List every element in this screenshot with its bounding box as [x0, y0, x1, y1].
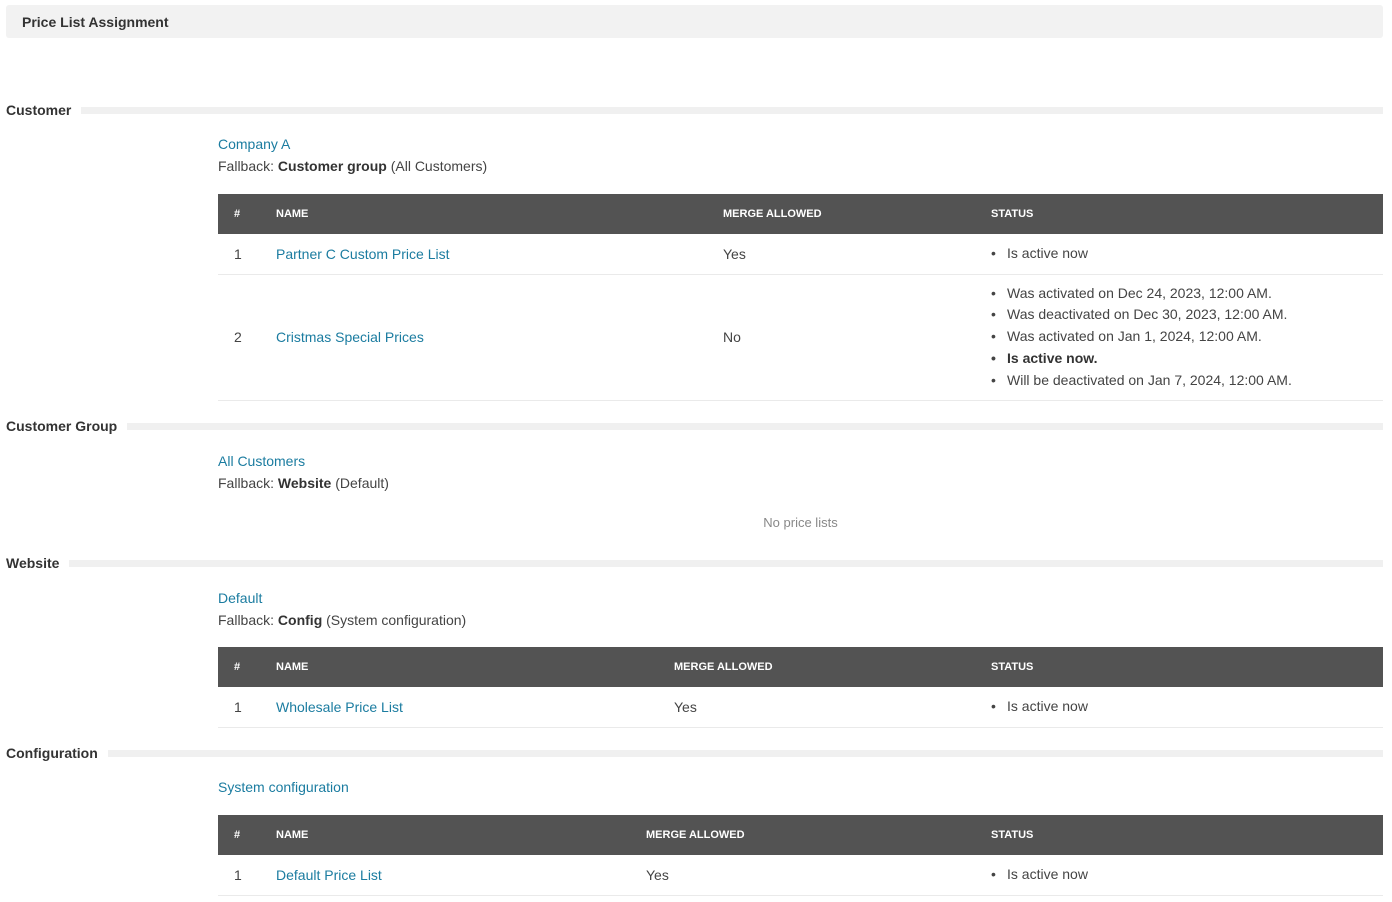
section-divider — [127, 422, 1383, 430]
fallback-target: (System configuration) — [326, 612, 467, 628]
customer-group-fallback: Fallback: Website (Default) — [218, 474, 1383, 492]
section-customer-group-title: Customer Group — [6, 417, 1383, 435]
status-item: Was activated on Jan 1, 2024, 12:00 AM. — [991, 326, 1383, 348]
page-title: Price List Assignment — [22, 14, 169, 30]
price-list-link[interactable]: Default Price List — [276, 867, 382, 883]
status-list: Is active now — [991, 243, 1383, 265]
table-row: 1 Partner C Custom Price List Yes Is act… — [218, 234, 1383, 275]
fallback-prefix: Fallback: — [218, 475, 275, 491]
col-header-num: # — [218, 194, 276, 234]
section-website-title: Website — [6, 554, 1383, 572]
col-header-num: # — [218, 647, 276, 687]
fallback-target: (All Customers) — [390, 158, 488, 174]
row-num: 1 — [218, 234, 276, 275]
table-header-row: # NAME MERGE ALLOWED STATUS — [218, 194, 1383, 234]
page-header: Price List Assignment — [6, 5, 1383, 38]
section-label: Customer Group — [6, 418, 118, 434]
section-label: Configuration — [6, 745, 98, 761]
merge-allowed: No — [723, 274, 991, 401]
status-item-current: Is active now. — [991, 348, 1383, 370]
status-list: Is active now — [991, 864, 1383, 886]
customer-group-link[interactable]: All Customers — [218, 452, 1383, 470]
row-num: 2 — [218, 274, 276, 401]
price-list-link[interactable]: Wholesale Price List — [276, 699, 403, 715]
status-list: Was activated on Dec 24, 2023, 12:00 AM.… — [991, 283, 1383, 392]
configuration-price-lists-table: # NAME MERGE ALLOWED STATUS 1 Default Pr… — [218, 815, 1383, 896]
customer-link[interactable]: Company A — [218, 135, 1383, 153]
col-header-num: # — [218, 815, 276, 855]
fallback-prefix: Fallback: — [218, 158, 275, 174]
table-row: 1 Wholesale Price List Yes Is active now — [218, 687, 1383, 728]
section-divider — [69, 559, 1383, 567]
section-label: Website — [6, 555, 60, 571]
customer-fallback: Fallback: Customer group (All Customers) — [218, 157, 1383, 175]
merge-allowed: Yes — [674, 687, 991, 728]
row-num: 1 — [218, 687, 276, 728]
row-num: 1 — [218, 855, 276, 896]
fallback-target: (Default) — [335, 475, 389, 491]
website-price-lists-table: # NAME MERGE ALLOWED STATUS 1 Wholesale … — [218, 647, 1383, 728]
col-header-name: NAME — [276, 815, 646, 855]
col-header-merge: MERGE ALLOWED — [674, 647, 991, 687]
col-header-status: STATUS — [991, 647, 1383, 687]
merge-allowed: Yes — [646, 855, 991, 896]
status-item: Will be deactivated on Jan 7, 2024, 12:0… — [991, 370, 1383, 392]
fallback-level: Customer group — [277, 158, 387, 174]
fallback-level: Config — [277, 612, 323, 628]
fallback-prefix: Fallback: — [218, 612, 275, 628]
col-header-merge: MERGE ALLOWED — [646, 815, 991, 855]
customer-group-info: All Customers Fallback: Website (Default… — [218, 452, 1383, 492]
status-list: Is active now — [991, 696, 1383, 718]
section-divider — [107, 749, 1383, 757]
price-list-link[interactable]: Partner C Custom Price List — [276, 246, 450, 262]
status-item: Is active now — [991, 243, 1383, 265]
table-header-row: # NAME MERGE ALLOWED STATUS — [218, 647, 1383, 687]
col-header-name: NAME — [276, 647, 674, 687]
merge-allowed: Yes — [723, 234, 991, 275]
website-fallback: Fallback: Config (System configuration) — [218, 611, 1383, 629]
section-divider — [81, 106, 1383, 114]
price-list-link[interactable]: Cristmas Special Prices — [276, 329, 424, 345]
status-item: Was deactivated on Dec 30, 2023, 12:00 A… — [991, 304, 1383, 326]
table-header-row: # NAME MERGE ALLOWED STATUS — [218, 815, 1383, 855]
customer-price-lists-table: # NAME MERGE ALLOWED STATUS 1 Partner C … — [218, 194, 1383, 401]
col-header-status: STATUS — [991, 194, 1383, 234]
fallback-level: Website — [277, 475, 332, 491]
col-header-merge: MERGE ALLOWED — [723, 194, 991, 234]
table-row: 1 Default Price List Yes Is active now — [218, 855, 1383, 896]
website-link[interactable]: Default — [218, 589, 1383, 607]
configuration-info: System configuration — [218, 778, 1383, 796]
col-header-name: NAME — [276, 194, 723, 234]
table-row: 2 Cristmas Special Prices No Was activat… — [218, 274, 1383, 401]
customer-info: Company A Fallback: Customer group (All … — [218, 135, 1383, 175]
section-configuration-title: Configuration — [6, 744, 1383, 762]
status-item: Is active now — [991, 696, 1383, 718]
section-label: Customer — [6, 102, 72, 118]
empty-state-text: No price lists — [763, 515, 838, 530]
website-info: Default Fallback: Config (System configu… — [218, 589, 1383, 629]
status-item: Is active now — [991, 864, 1383, 886]
configuration-link[interactable]: System configuration — [218, 778, 1383, 796]
status-item: Was activated on Dec 24, 2023, 12:00 AM. — [991, 283, 1383, 305]
section-customer-title: Customer — [6, 101, 1383, 119]
col-header-status: STATUS — [991, 815, 1383, 855]
